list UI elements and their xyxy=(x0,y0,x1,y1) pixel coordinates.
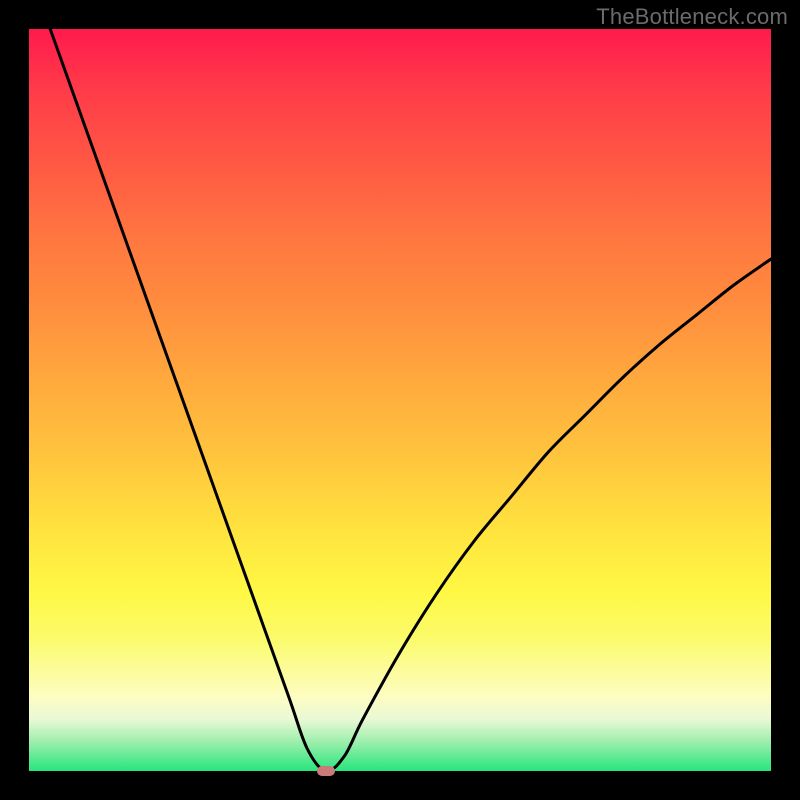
optimum-marker xyxy=(317,766,335,776)
chart-plot-area xyxy=(29,29,771,771)
watermark-text: TheBottleneck.com xyxy=(596,4,788,30)
